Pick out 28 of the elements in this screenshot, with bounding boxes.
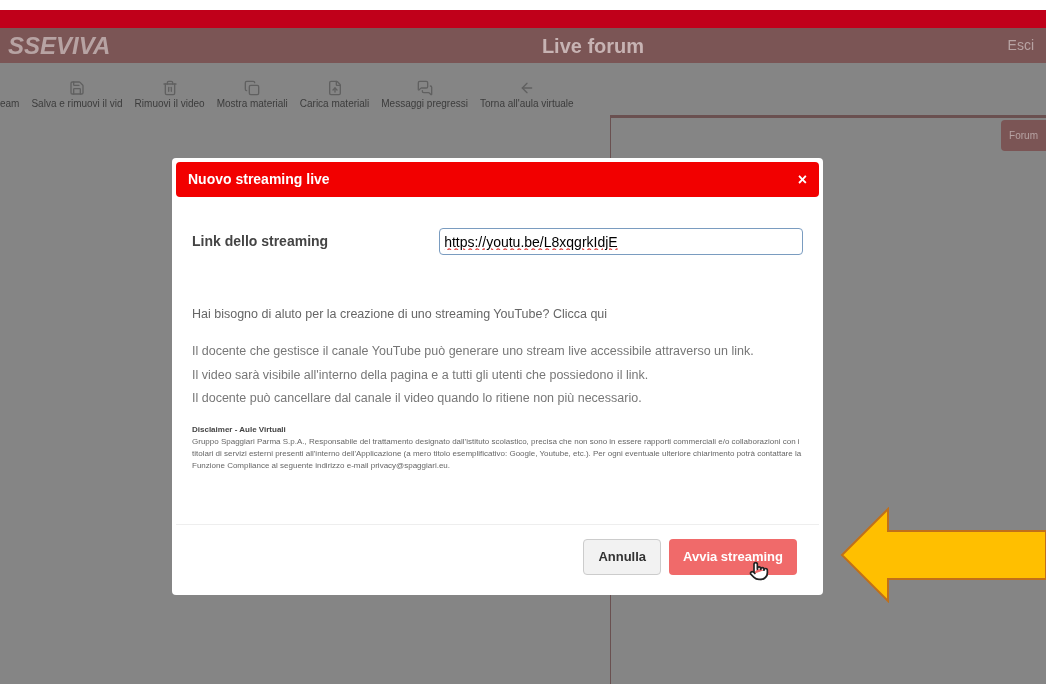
link-input-field[interactable]: https://youtu.be/L8xqgrkIdjE — [439, 228, 803, 255]
disclaimer-text: Gruppo Spaggiari Parma S.p.A., Responsabile del trattamento designato dall'istituto scolastico, precisa che non sono in essere rapporti commerciali e/o collaborazioni con i titolari di servizi esterni presenti all'interno dell'Applicazione (a mero titolo esemplificativo: Google, Youtube, etc.). Per ogni eventuale ulteriore chiarimento potrà contattare la Funzione Compliance al seguente indirizzo e-mail privacy@spaggiari.eu. — [191, 436, 803, 472]
toolbar-button[interactable]: Messaggi pregressi — [381, 80, 468, 111]
logo: SSEVIVA — [8, 30, 112, 61]
dialog-title: Nuovo streaming live — [188, 170, 330, 189]
toolbar-button[interactable]: Rimuovi il video — [134, 80, 205, 111]
save-icon — [69, 80, 86, 96]
toolbar-button[interactable]: Mostra materiali — [216, 80, 288, 111]
arrow-icon — [840, 507, 1046, 603]
file-icon — [326, 80, 343, 96]
toolbar-button[interactable]: eam — [0, 80, 20, 111]
forum-tab[interactable]: Forum — [1001, 120, 1046, 151]
toolbar-button[interactable]: Salva e rimuovi il vid — [31, 80, 123, 111]
trash-icon — [161, 80, 178, 96]
field-label: Link dello streaming — [192, 232, 330, 251]
help-text[interactable]: Hai bisogno di aluto per la creazione di uno streaming YouTube? Clicca qui — [176, 305, 819, 324]
info-text: Il docente che gestisce il canale YouTube può generare uno stream live accessibile attraverso un link. — [192, 342, 755, 360]
page-title: Live forum — [541, 33, 645, 59]
close-button[interactable]: × — [797, 167, 807, 192]
info-text: Il video sarà visibile all'interno della pagina e a tutti gli utenti che possiedono il link. — [192, 366, 650, 384]
logout-link[interactable]: Esci — [738, 35, 1038, 56]
cancel-button[interactable]: Annulla — [583, 539, 662, 575]
info-text: Il docente può cancellare dal canale il video quando lo ritiene non più necessario. — [192, 390, 643, 408]
chat-icon — [416, 80, 433, 96]
toolbar-button[interactable]: Torna all'aula virtuale — [479, 80, 574, 111]
disclaimer-title: Disclaimer - Aule Virtuali — [191, 424, 287, 436]
toolbar-button[interactable]: Carica materiali — [299, 80, 370, 111]
copy-icon — [244, 80, 261, 96]
